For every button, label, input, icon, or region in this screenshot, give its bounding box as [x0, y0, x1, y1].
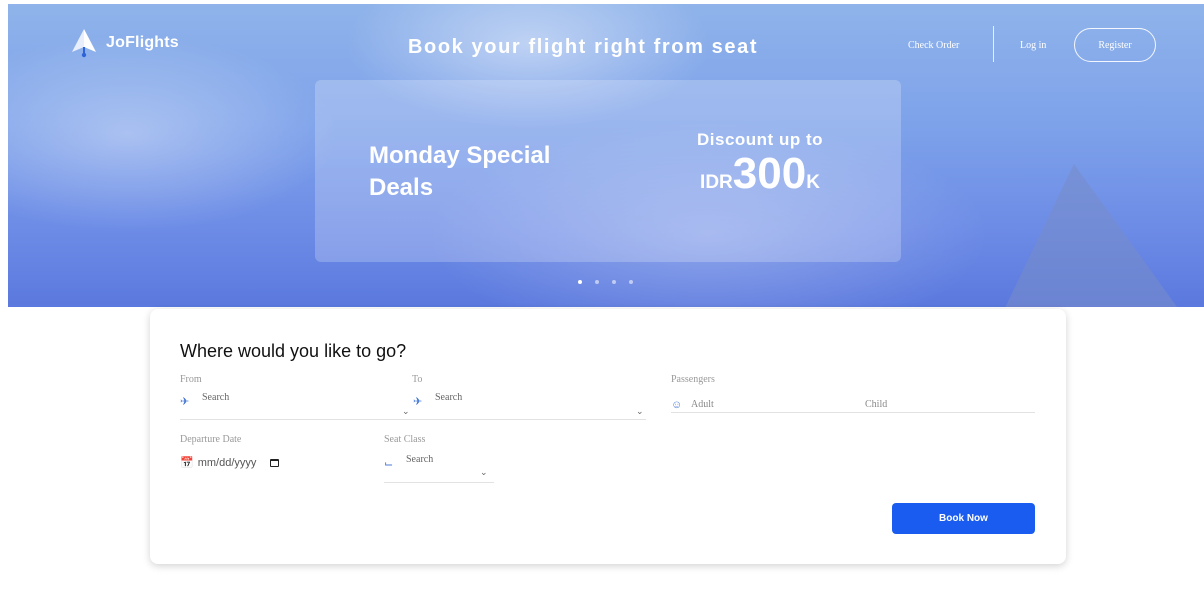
from-input[interactable]: Search	[202, 392, 229, 403]
to-input[interactable]: Search	[435, 392, 462, 403]
carousel-dot[interactable]	[612, 280, 616, 284]
people-icon: ☺	[671, 399, 683, 411]
promo-unit: K	[806, 172, 820, 193]
brand-logo[interactable]: JoFlights	[70, 28, 179, 58]
departure-label: Departure Date	[180, 434, 242, 445]
passengers-underline	[671, 412, 1035, 413]
promo-currency: IDR	[700, 172, 733, 193]
seat-class-input[interactable]: Search	[406, 454, 433, 465]
departure-date-placeholder: mm/dd/yyyy	[197, 457, 257, 469]
from-underline	[180, 419, 412, 420]
promo-card[interactable]: Monday Special Deals Discount up to IDR …	[315, 80, 901, 262]
seat-class-underline	[384, 482, 494, 483]
takeoff-icon: ✈	[180, 396, 190, 408]
date-picker-icon[interactable]	[270, 459, 280, 467]
paper-plane-icon	[70, 28, 98, 58]
check-order-link[interactable]: Check Order	[908, 40, 959, 51]
register-button[interactable]: Register	[1074, 28, 1156, 62]
landing-icon: ✈	[413, 396, 423, 408]
promo-discount-label: Discount up to	[697, 130, 823, 149]
promo-amount: IDR 300 K	[697, 152, 823, 196]
seat-icon: ⌙	[384, 458, 394, 470]
carousel-dot[interactable]	[595, 280, 599, 284]
promo-discount: Discount up to IDR 300 K	[697, 130, 823, 196]
flight-search-card: Where would you like to go? From ✈ Searc…	[150, 309, 1066, 564]
nav-divider	[993, 26, 994, 62]
book-now-button[interactable]: Book Now	[892, 503, 1035, 534]
login-link[interactable]: Log in	[1020, 40, 1046, 51]
search-title: Where would you like to go?	[180, 341, 407, 361]
departure-date-input[interactable]: 📅 mm/dd/yyyy	[180, 456, 280, 469]
brand-name: JoFlights	[106, 34, 179, 51]
register-label: Register	[1098, 39, 1132, 51]
airplane-wing-graphic	[1002, 164, 1204, 307]
carousel-dot[interactable]	[578, 280, 582, 284]
seat-class-label: Seat Class	[384, 434, 426, 445]
to-label: To	[412, 374, 423, 385]
seat-class-chevron-down-icon[interactable]: ⌄	[480, 467, 488, 478]
page: JoFlights Book your flight right from se…	[0, 0, 1204, 606]
carousel-dot[interactable]	[629, 280, 633, 284]
adult-input[interactable]: Adult	[691, 399, 714, 410]
hero-banner: JoFlights Book your flight right from se…	[8, 4, 1204, 307]
to-underline	[412, 419, 646, 420]
calendar-icon: 📅	[180, 456, 194, 469]
promo-number: 300	[732, 149, 807, 198]
to-chevron-down-icon[interactable]: ⌄	[636, 406, 644, 417]
promo-headline: Monday Special Deals	[369, 142, 551, 201]
passengers-label: Passengers	[671, 374, 715, 385]
from-label: From	[180, 374, 202, 385]
from-chevron-down-icon[interactable]: ⌄	[402, 406, 410, 417]
hero-title: Book your flight right from seat	[408, 36, 759, 58]
child-input[interactable]: Child	[865, 399, 887, 410]
carousel-dots	[578, 280, 633, 284]
